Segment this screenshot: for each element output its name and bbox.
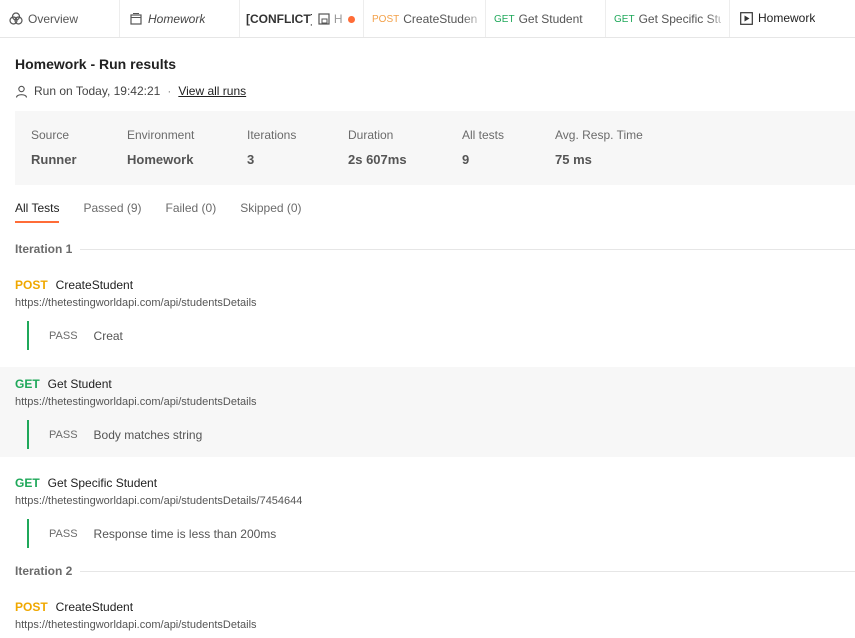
test-filter-tabs: All Tests Passed (9) Failed (0) Skipped … [15, 201, 302, 223]
tab-label: Overview [28, 12, 79, 26]
tab-label: [CONFLICT] [246, 12, 313, 26]
test-result: PASS Creat [27, 321, 123, 350]
request-url: https://thetestingworldapi.com/api/stude… [15, 297, 257, 309]
summary-label: Duration [348, 128, 394, 142]
tab-bar: Overview Homework [CONFLICT] H POST Crea… [0, 0, 855, 38]
iteration-label: Iteration 2 [15, 564, 73, 578]
summary-value: 3 [247, 152, 255, 167]
iteration-header: Iteration 2 [15, 564, 855, 578]
tab-overview[interactable]: Overview [0, 0, 120, 37]
tab-post-createstudent[interactable]: POST CreateStudent [364, 0, 486, 37]
iteration-header: Iteration 1 [15, 242, 855, 256]
request-url: https://thetestingworldapi.com/api/stude… [15, 495, 303, 507]
divider [80, 570, 855, 572]
view-all-runs-link[interactable]: View all runs [178, 84, 246, 98]
request-name[interactable]: CreateStudent [56, 600, 133, 614]
summary-avg-resp-time: Avg. Resp. Time 75 ms [555, 128, 643, 167]
request-name[interactable]: CreateStudent [56, 278, 133, 292]
tab-get-specific-student[interactable]: GET Get Specific Stu [606, 0, 730, 37]
tab-homework-runner[interactable]: Homework [730, 0, 855, 37]
summary-value: 9 [462, 152, 470, 167]
pass-badge: PASS [49, 527, 78, 540]
test-name: Creat [93, 328, 123, 343]
request-heading: GET Get Specific Student [15, 476, 157, 490]
runner-play-icon [738, 10, 754, 26]
summary-source: Source Runner [31, 128, 77, 167]
method-badge: GET [15, 377, 40, 391]
request-url: https://thetestingworldapi.com/api/stude… [15, 619, 257, 631]
summary-all-tests: All tests 9 [462, 128, 504, 167]
summary-value: 2s 607ms [348, 152, 407, 167]
summary-value: 75 ms [555, 152, 592, 167]
tab-all-tests[interactable]: All Tests [15, 201, 60, 223]
summary-label: Source [31, 128, 70, 142]
request-result: POST CreateStudent https://thetestingwor… [0, 590, 855, 638]
request-result: POST CreateStudent https://thetestingwor… [0, 268, 855, 364]
request-name[interactable]: Get Specific Student [48, 476, 157, 490]
request-heading: POST CreateStudent [15, 278, 133, 292]
method-badge: GET [15, 476, 40, 490]
overview-icon [8, 11, 24, 27]
method-badge: POST [15, 278, 48, 292]
test-name: Response time is less than 200ms [93, 526, 277, 541]
pass-badge: PASS [49, 428, 78, 441]
environment-icon [316, 11, 331, 27]
tab-homework-collection[interactable]: Homework [120, 0, 240, 37]
unsaved-dot-icon [348, 15, 355, 23]
iteration-label: Iteration 1 [15, 242, 73, 256]
user-icon [15, 85, 28, 98]
tab-label-suffix: H [333, 12, 343, 26]
request-heading: POST CreateStudent [15, 600, 133, 614]
method-badge: POST [15, 600, 48, 614]
method-badge: GET [614, 13, 635, 25]
run-summary-panel: Source Runner Environment Homework Itera… [15, 111, 855, 185]
test-name: Body matches string [93, 427, 203, 442]
tab-conflict[interactable]: [CONFLICT] H [240, 0, 364, 37]
summary-iterations: Iterations 3 [247, 128, 296, 167]
tab-failed[interactable]: Failed (0) [166, 201, 217, 223]
run-info: Run on Today, 19:42:21 · View all runs [15, 84, 246, 98]
test-result: PASS Response time is less than 200ms [27, 519, 276, 548]
pass-badge: PASS [49, 329, 78, 342]
separator: · [167, 84, 172, 98]
tab-label: Homework [148, 12, 206, 26]
request-heading: GET Get Student [15, 377, 112, 391]
summary-value: Homework [127, 152, 194, 167]
tab-skipped[interactable]: Skipped (0) [240, 201, 301, 223]
divider [80, 248, 855, 250]
summary-duration: Duration 2s 607ms [348, 128, 407, 167]
method-badge: GET [494, 13, 515, 25]
run-timestamp: Run on Today, 19:42:21 [34, 84, 161, 98]
summary-label: Avg. Resp. Time [555, 128, 643, 142]
summary-label: Iterations [247, 128, 297, 142]
request-result: GET Get Specific Student https://thetest… [0, 466, 855, 556]
test-result: PASS Body matches string [27, 420, 202, 449]
summary-value: Runner [31, 152, 77, 167]
tab-passed[interactable]: Passed (9) [83, 201, 141, 223]
request-url: https://thetestingworldapi.com/api/stude… [15, 396, 257, 408]
summary-label: All tests [462, 128, 505, 142]
summary-environment: Environment Homework [127, 128, 194, 167]
request-name[interactable]: Get Student [48, 377, 112, 391]
page-title: Homework - Run results [15, 56, 177, 72]
tab-get-student[interactable]: GET Get Student [486, 0, 606, 37]
collection-icon [128, 11, 144, 27]
request-result: GET Get Student https://thetestingworlda… [0, 367, 855, 457]
method-badge: POST [372, 13, 400, 25]
tab-label: Homework [758, 11, 816, 25]
tab-label: Get Student [518, 12, 583, 26]
summary-label: Environment [127, 128, 195, 142]
